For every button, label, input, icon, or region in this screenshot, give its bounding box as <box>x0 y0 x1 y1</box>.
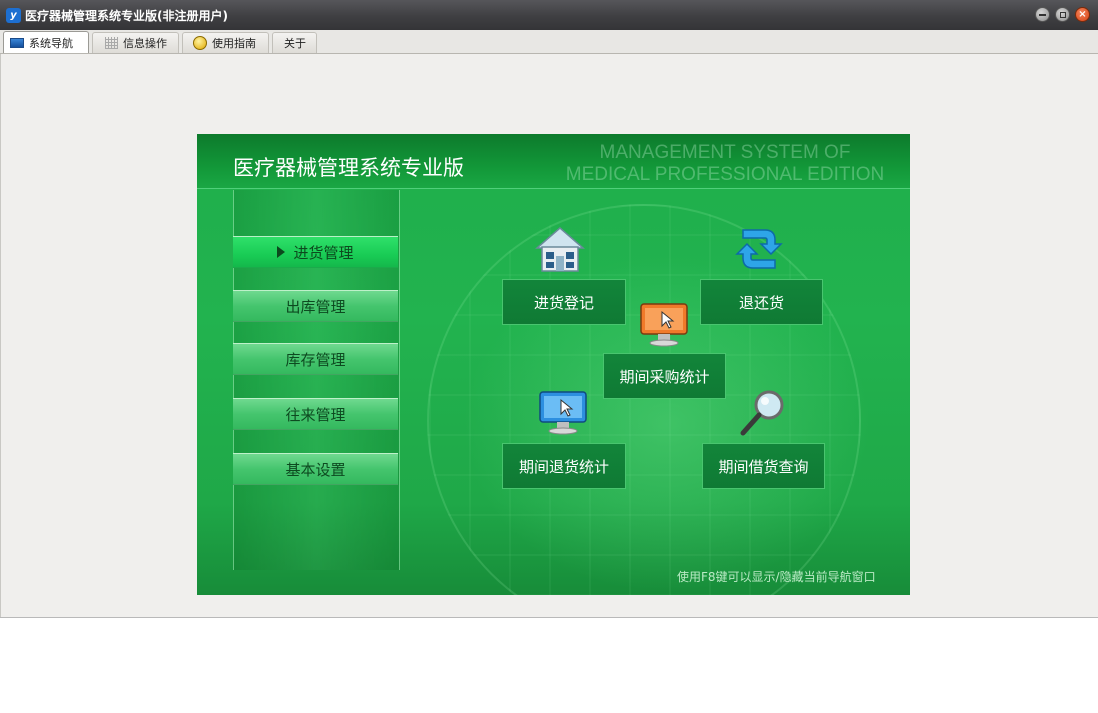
close-button[interactable]: × <box>1075 7 1090 22</box>
help-icon <box>193 36 207 50</box>
tab-bar: 系统导航 信息操作 使用指南 关于 <box>0 30 1098 54</box>
menu-item-purchase-management[interactable]: 进货管理 <box>233 236 398 268</box>
arrow-right-icon <box>277 246 286 258</box>
refresh-arrows-icon[interactable] <box>735 224 783 274</box>
return-goods-button[interactable]: 退还货 <box>700 279 823 325</box>
tab-about[interactable]: 关于 <box>272 32 317 53</box>
menu-item-label: 进货管理 <box>293 243 354 262</box>
globe-background-icon <box>427 204 861 595</box>
purchase-register-button[interactable]: 进货登记 <box>502 279 626 325</box>
period-return-stats-button[interactable]: 期间退货统计 <box>502 443 626 489</box>
menu-item-contacts-management[interactable]: 往来管理 <box>233 398 398 430</box>
panel-header: 医疗器械管理系统专业版 MANAGEMENT SYSTEM OF MEDICAL… <box>197 134 910 189</box>
menu-item-label: 往来管理 <box>285 405 346 424</box>
tab-label: 使用指南 <box>212 37 256 50</box>
window-title: 医疗器械管理系统专业版(非注册用户) <box>25 9 228 23</box>
panel-title: 医疗器械管理系统专业版 <box>233 156 464 180</box>
tab-label: 关于 <box>284 37 306 50</box>
menu-item-outbound-management[interactable]: 出库管理 <box>233 290 398 322</box>
panel-subtitle-english: MANAGEMENT SYSTEM OF MEDICAL PROFESSIONA… <box>545 142 905 186</box>
menu-item-label: 基本设置 <box>285 460 346 479</box>
subtitle-line-2: MEDICAL PROFESSIONAL EDITION <box>565 164 885 185</box>
menu-item-label: 出库管理 <box>285 297 346 316</box>
monitor-icon <box>10 37 24 48</box>
navigation-panel: 医疗器械管理系统专业版 MANAGEMENT SYSTEM OF MEDICAL… <box>197 134 910 595</box>
minimize-button[interactable] <box>1035 7 1050 22</box>
tab-user-guide[interactable]: 使用指南 <box>182 32 269 53</box>
tab-label: 信息操作 <box>123 37 167 50</box>
period-borrow-query-button[interactable]: 期间借货查询 <box>702 443 825 489</box>
menu-item-label: 库存管理 <box>285 350 346 369</box>
monitor-cursor-blue-icon[interactable] <box>537 388 589 436</box>
menu-item-inventory-management[interactable]: 库存管理 <box>233 343 398 375</box>
magnifier-icon[interactable] <box>737 387 789 439</box>
app-logo-icon: y <box>6 8 21 23</box>
app-window: y 医疗器械管理系统专业版(非注册用户) × 系统导航 信息操作 使用指南 关于… <box>0 0 1098 618</box>
tab-label: 系统导航 <box>29 36 73 50</box>
tab-system-navigation[interactable]: 系统导航 <box>3 31 89 53</box>
grid-icon <box>105 37 118 49</box>
monitor-cursor-icon[interactable] <box>638 300 690 348</box>
maximize-button[interactable] <box>1055 7 1070 22</box>
house-icon[interactable] <box>535 226 585 274</box>
tab-info-operation[interactable]: 信息操作 <box>92 32 179 53</box>
period-purchase-stats-button[interactable]: 期间采购统计 <box>603 353 726 399</box>
close-icon: × <box>1078 8 1087 20</box>
menu-item-basic-settings[interactable]: 基本设置 <box>233 453 398 485</box>
subtitle-line-1: MANAGEMENT SYSTEM OF <box>599 142 851 163</box>
title-bar[interactable]: y 医疗器械管理系统专业版(非注册用户) × <box>0 0 1098 31</box>
f8-hint-text: 使用F8键可以显示/隐藏当前导航窗口 <box>677 570 876 584</box>
